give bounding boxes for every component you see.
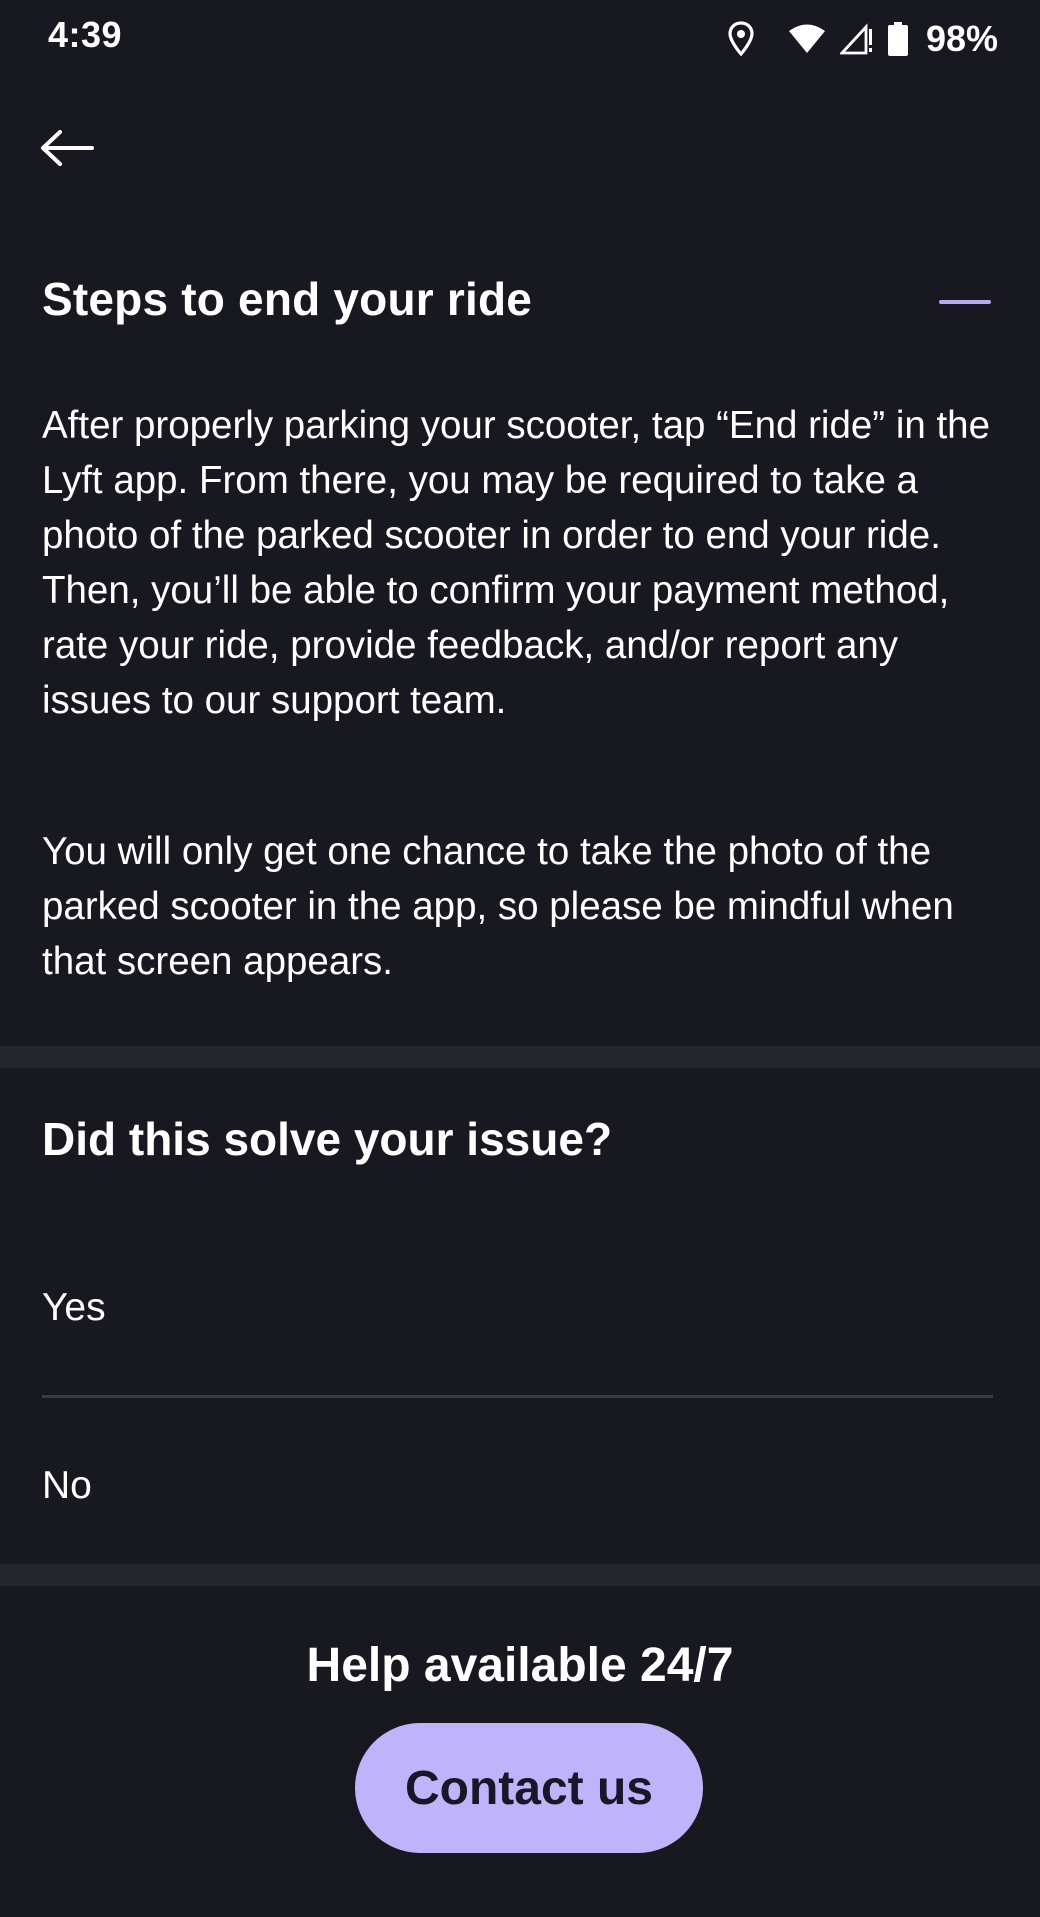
battery-percent: 98% [925,18,998,59]
article-paragraph: After properly parking your scooter, tap… [42,404,991,722]
feedback-yes-option[interactable]: Yes [0,1244,1040,1374]
minus-icon [939,300,991,304]
wifi-icon [788,24,826,54]
collapse-button[interactable] [930,282,1000,322]
location-icon [728,21,754,57]
help-article-screen: 4:39 98% Steps to end your ride After pr… [0,0,1040,1917]
feedback-question: Did this solve your issue? [42,1113,613,1165]
back-button[interactable] [40,118,110,178]
help-availability-text: Help available 24/7 [306,1639,734,1692]
article-paragraph: You will only get one chance to take the… [42,830,954,983]
status-icons: 98% [728,14,998,64]
battery-icon [887,22,908,56]
status-bar: 4:39 98% [0,0,1040,78]
signal-icon [839,23,874,55]
option-divider [42,1395,993,1398]
arrow-left-icon [41,130,94,166]
feedback-no-option[interactable]: No [0,1416,1040,1546]
option-label: Yes [42,1286,106,1329]
status-time: 4:39 [48,14,123,55]
section-divider [0,1564,1040,1586]
option-label: No [42,1464,92,1507]
article-title: Steps to end your ride [42,273,533,325]
contact-us-button[interactable]: Contact us [355,1723,703,1853]
section-divider [0,1046,1040,1068]
